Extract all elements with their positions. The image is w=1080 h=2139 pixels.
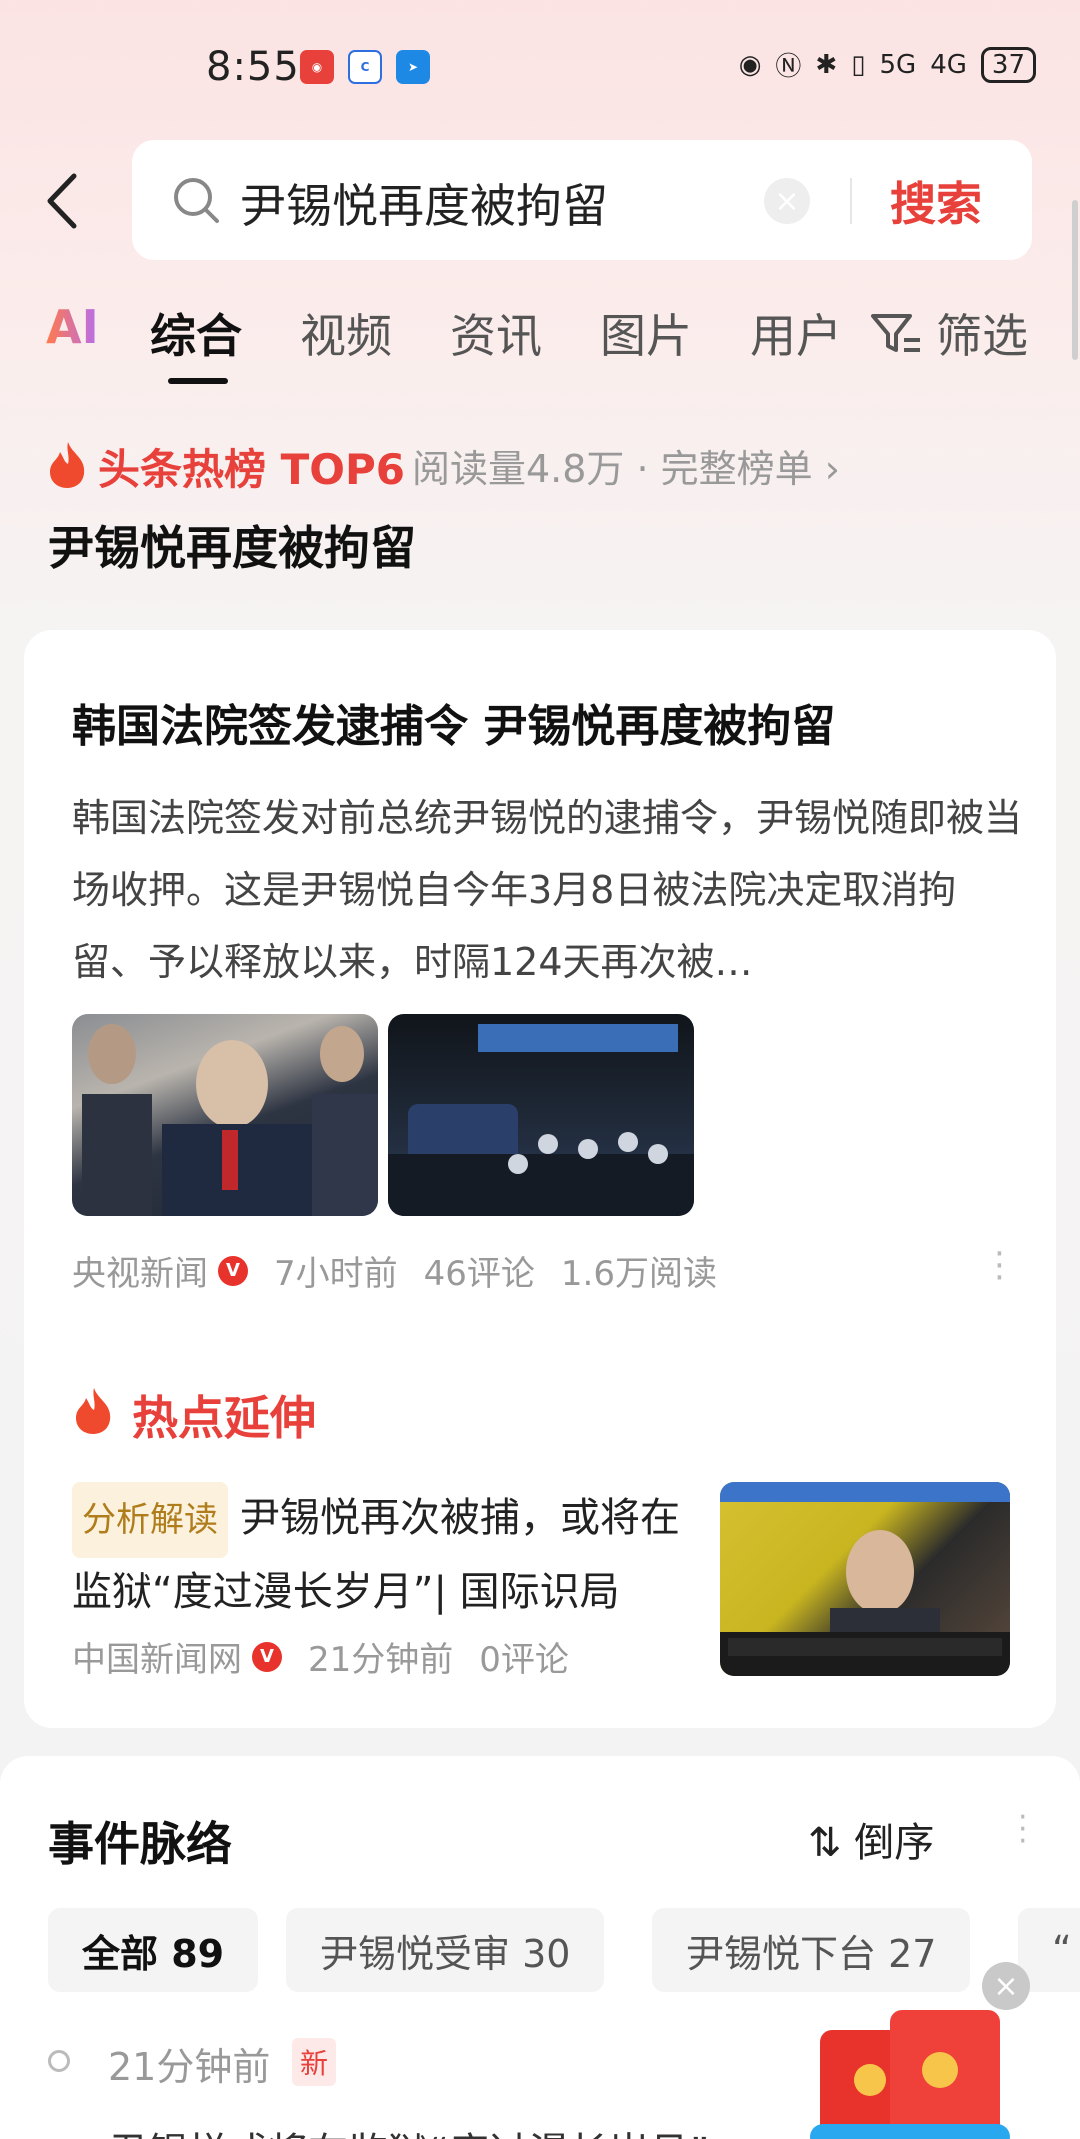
article-image-2[interactable] [388,1014,694,1216]
timeline-dot [48,2050,70,2072]
extension-image[interactable] [720,1482,1010,1676]
signal-4g-icon: 4G [930,49,967,80]
tab-users[interactable]: 用户 [750,300,842,366]
status-time: 8:55 [206,44,300,90]
sort-label: 倒序 [854,1820,935,1866]
eye-icon: ◉ [738,49,762,80]
article-meta: 央视新闻 V 7小时前 46评论 1.6万阅读 [72,1246,717,1295]
nfc-icon: Ⓝ [775,52,802,82]
app-notification-icon: ➤ [396,50,430,84]
result-card: 韩国法院签发逮捕令 尹锡悦再度被拘留 韩国法院签发对前总统尹锡悦的逮捕令，尹锡悦… [24,630,1056,1728]
event-timeline-title: 事件脉络 [48,1817,232,1871]
search-bar[interactable]: 尹锡悦再度被拘留 × 搜索 [132,140,1032,260]
hot-list-meta[interactable]: 阅读量4.8万 · 完整榜单 › [412,438,840,493]
verified-icon: V [252,1641,282,1672]
tab-general[interactable]: 综合 [150,300,242,366]
sort-icon: ⇅ [808,1820,855,1866]
app-notification-icon: C [348,50,382,84]
app-notification-icon: ◉ [300,50,334,84]
chevron-left-icon [47,173,77,229]
battery-icon: 37 [980,46,1036,83]
timeline-item-title[interactable]: 尹锡悦或将在监狱“度过漫长岁月” [108,2120,709,2139]
analysis-tag: 分析解读 [72,1482,228,1558]
status-icons: ◉ Ⓝ ✱ ▯ 5G 4G 37 [739,46,1036,83]
extension-article-title[interactable]: 分析解读 尹锡悦再次被捕，或将在监狱“度过漫长岁月”| 国际识局 [72,1482,712,1626]
extension-source[interactable]: 中国新闻网 [72,1632,242,1681]
vibrate-icon: ▯ [851,49,866,80]
signal-5g-icon: 5G [879,49,917,80]
tab-news[interactable]: 资讯 [450,300,542,366]
more-options-icon[interactable]: · · · [1018,1803,1028,1857]
close-icon[interactable]: × [982,1962,1030,2010]
clear-icon[interactable]: × [764,178,810,224]
active-tab-indicator [168,378,228,384]
hot-extension-label: 热点延伸 [132,1391,316,1445]
chip-trial[interactable]: 尹锡悦受审 30 [286,1908,605,1992]
divider [850,178,852,224]
article-time: 7小时前 [274,1254,398,1294]
article-comments: 46评论 [423,1254,535,1294]
scrollbar[interactable] [1072,200,1078,360]
timeline-time: 21分钟前 [108,2045,271,2089]
new-badge: 新 [292,2038,337,2086]
filter-icon[interactable] [870,312,922,356]
hot-list-label[interactable]: 头条热榜 TOP6 [98,436,405,497]
search-input[interactable]: 尹锡悦再度被拘留 [240,170,608,236]
search-button[interactable]: 搜索 [890,168,982,234]
verified-icon: V [218,1255,248,1286]
search-icon [174,178,219,223]
chip-all[interactable]: 全部 89 [48,1908,259,1992]
hot-topic-title[interactable]: 尹锡悦再度被拘留 [48,512,416,578]
tab-video[interactable]: 视频 [300,300,392,366]
tab-ai[interactable]: AI [46,300,99,354]
more-options-icon[interactable]: · · · [994,1237,1005,1295]
chip-step-down[interactable]: 尹锡悦下台 27 [652,1908,971,1992]
bluetooth-icon: ✱ [815,49,838,80]
article-image-1[interactable] [72,1014,378,1216]
sort-order-button[interactable]: ⇅ 倒序 [808,1810,934,1868]
flame-icon [50,442,85,488]
extension-comments: 0评论 [479,1640,569,1680]
tab-images[interactable]: 图片 [600,300,692,366]
tab-filter[interactable]: 筛选 [936,300,1028,366]
red-envelope-ad[interactable] [810,1990,1040,2139]
flame-icon [76,1388,111,1434]
article-summary[interactable]: 韩国法院签发对前总统尹锡悦的逮捕令，尹锡悦随即被当场收押。这是尹锡悦自今年3月8… [72,782,1022,998]
article-source[interactable]: 央视新闻 [72,1246,208,1295]
extension-meta: 中国新闻网 V 21分钟前 0评论 [72,1632,569,1681]
back-button[interactable] [44,168,94,234]
article-title[interactable]: 韩国法院签发逮捕令 尹锡悦再度被拘留 [72,690,835,754]
extension-time: 21分钟前 [308,1640,454,1680]
article-reads: 1.6万阅读 [560,1254,717,1294]
